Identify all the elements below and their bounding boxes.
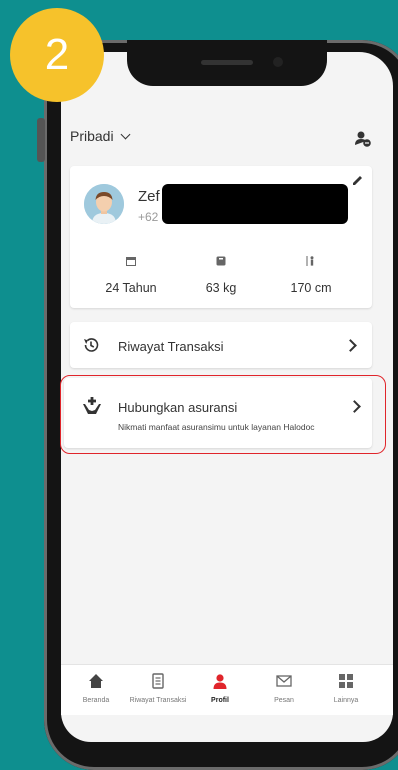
edit-pencil-icon[interactable] <box>352 174 364 186</box>
stat-height-value: 170 cm <box>290 281 332 295</box>
profile-type-dropdown[interactable]: Pribadi <box>70 128 131 144</box>
user-settings-icon[interactable] <box>354 130 372 148</box>
stat-height: 170 cm <box>266 256 356 295</box>
nav-profile[interactable]: Profil <box>185 673 255 704</box>
nav-home[interactable]: Beranda <box>61 673 131 704</box>
redaction-box <box>162 184 348 224</box>
nav-transactions-label: Riwayat Transaksi <box>129 697 187 704</box>
nav-transactions[interactable]: Riwayat Transaksi <box>123 673 193 704</box>
grid-icon <box>339 674 353 688</box>
profile-type-label: Pribadi <box>70 128 114 144</box>
highlight-outline <box>60 375 386 454</box>
mail-icon <box>276 675 292 687</box>
home-icon <box>89 674 103 688</box>
calendar-icon <box>126 257 136 266</box>
chevron-right-icon <box>344 339 357 352</box>
chevron-down-icon <box>120 129 131 140</box>
user-phone: +62 <box>138 210 159 224</box>
nav-messages[interactable]: Pesan <box>249 673 319 704</box>
nav-more[interactable]: Lainnya <box>311 673 381 704</box>
document-icon <box>152 673 164 689</box>
profile-header: Pribadi <box>70 126 380 150</box>
nav-home-label: Beranda <box>82 697 110 704</box>
stat-weight: 63 kg <box>176 256 266 295</box>
profile-icon <box>213 674 227 689</box>
avatar <box>84 184 124 224</box>
phone-notch <box>127 40 327 86</box>
phone-side-button <box>37 118 45 162</box>
transaction-history-label: Riwayat Transaksi <box>118 339 224 354</box>
profile-card: Zef +62 24 Tahun 63 kg 170 cm <box>70 166 372 308</box>
nav-messages-label: Pesan <box>274 697 294 704</box>
scale-icon <box>216 256 226 266</box>
user-name: Zef <box>138 188 160 205</box>
stat-age-value: 24 Tahun <box>105 281 157 295</box>
nav-profile-label: Profil <box>211 697 229 704</box>
stat-age: 24 Tahun <box>86 256 176 295</box>
nav-more-label: Lainnya <box>333 697 359 704</box>
transaction-history-item[interactable]: Riwayat Transaksi <box>70 322 372 368</box>
step-number-badge: 2 <box>10 8 104 102</box>
person-height-icon <box>306 256 314 266</box>
history-icon <box>84 338 99 352</box>
stat-weight-value: 63 kg <box>205 281 237 295</box>
bottom-navigation: Beranda Riwayat Transaksi Profil Pesan L… <box>61 664 393 715</box>
